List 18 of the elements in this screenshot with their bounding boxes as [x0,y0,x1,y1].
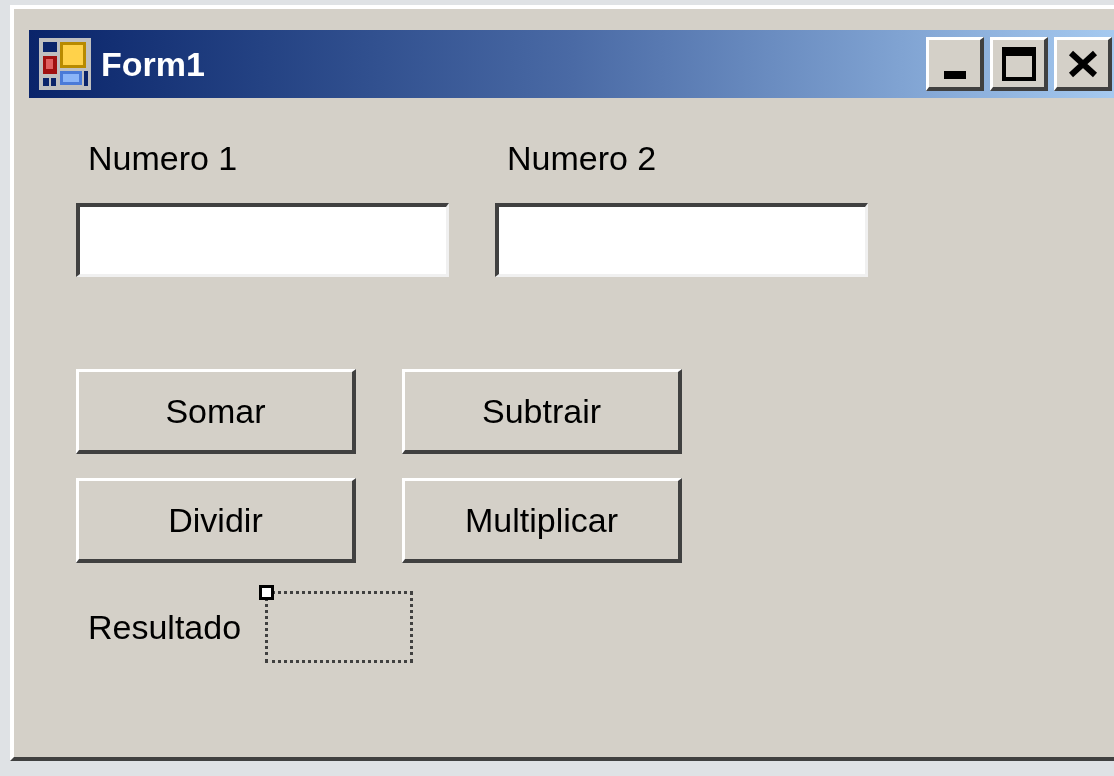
window-title: Form1 [101,47,205,81]
field-label: Numero 1 [88,138,239,178]
minimize-button[interactable] [926,37,984,91]
action-button[interactable]: Subtrair [402,369,682,454]
action-button[interactable]: Dividir [76,478,356,563]
app-icon [39,38,91,90]
number-input[interactable] [76,203,449,277]
close-icon [1067,49,1098,78]
close-button[interactable] [1054,37,1112,91]
maximize-button[interactable] [990,37,1048,91]
result-label: Resultado [88,606,242,648]
action-button[interactable]: Multiplicar [402,478,682,563]
field-label: Numero 2 [507,138,658,178]
selection-handle[interactable] [259,585,275,600]
action-button[interactable]: Somar [76,369,356,454]
number-input[interactable] [495,203,868,277]
maximize-icon [1001,46,1036,81]
minimize-icon [943,71,966,79]
